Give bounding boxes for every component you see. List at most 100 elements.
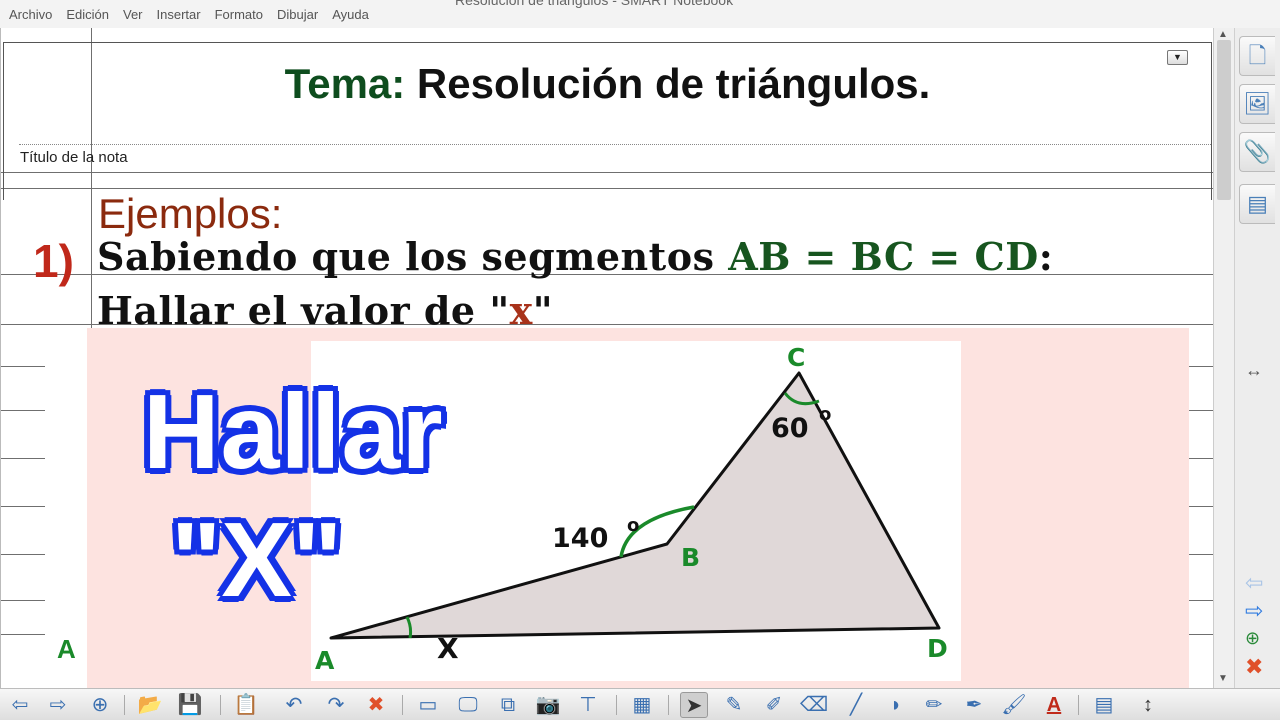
properties-tab[interactable]: ▤ — [1239, 184, 1275, 224]
toolbar-separator — [668, 695, 669, 715]
attachments-tab[interactable]: 📎 — [1239, 132, 1275, 172]
problem-statement-line-1[interactable]: Sabiendo que los segmentos AB = BC = CD: — [97, 234, 1053, 279]
properties-button[interactable]: ▤ — [1090, 692, 1118, 718]
menu-item[interactable]: Formato — [208, 7, 270, 22]
page-icon: 🗋 — [1248, 43, 1267, 68]
note-title-text: Resolución de triángulos. — [405, 60, 931, 107]
pen-tool[interactable]: ✎ — [720, 692, 748, 718]
toolbar-separator — [616, 695, 617, 715]
window-title: Resolución de triángulos - SMART Noteboo… — [455, 0, 734, 8]
ruled-line — [1189, 506, 1213, 507]
menu-item[interactable]: Insertar — [150, 7, 208, 22]
scroll-up-arrow-icon[interactable]: ▲ — [1218, 29, 1228, 40]
page-sorter-tab[interactable]: 🗋 — [1239, 36, 1275, 76]
vertex-label-a-partial: A — [57, 634, 76, 664]
ruled-line — [1, 554, 45, 555]
delete-button[interactable]: ✖ — [362, 692, 390, 718]
ruled-line — [1189, 458, 1213, 459]
gallery-tab[interactable]: 🖼 — [1239, 84, 1275, 124]
gallery-icon: 🖼 — [1243, 91, 1272, 116]
chevron-down-icon[interactable]: ▼ — [1167, 50, 1188, 65]
menu-item[interactable]: Ver — [116, 7, 150, 22]
scrollbar-thumb[interactable] — [1217, 40, 1231, 200]
paperclip-icon: 📎 — [1243, 139, 1272, 164]
section-heading[interactable]: Ejemplos: — [98, 190, 282, 238]
toolbar-separator — [1078, 695, 1079, 715]
angle-value-b: 140 — [552, 523, 608, 554]
note-divider — [19, 144, 1211, 145]
menu-item[interactable]: Ayuda — [325, 7, 376, 22]
magic-pen-tool[interactable]: ✏ — [920, 692, 948, 718]
ruled-line — [1, 506, 45, 507]
scroll-down-arrow-icon[interactable]: ▼ — [1218, 673, 1228, 684]
unknown-variable: x — [509, 288, 533, 333]
document-camera-button[interactable]: ⊤ — [574, 692, 602, 718]
forward-button[interactable]: ⇨ — [44, 692, 72, 718]
table-button[interactable]: ▦ — [628, 692, 656, 718]
open-file-button[interactable]: 📂 — [136, 692, 164, 718]
delete-page-icon[interactable]: ✖ — [1245, 654, 1263, 680]
ruled-line — [1, 458, 45, 459]
redo-button[interactable]: ↷ — [322, 692, 350, 718]
menu-item[interactable]: Dibujar — [270, 7, 325, 22]
toolbar-separator — [220, 695, 221, 715]
ruled-line — [1189, 634, 1213, 635]
dual-page-button[interactable]: ⧉ — [494, 692, 522, 718]
eraser-tool[interactable]: ⌫ — [800, 692, 828, 718]
problem-number[interactable]: 1) — [33, 234, 74, 288]
creative-pen-tool[interactable]: ✐ — [760, 692, 788, 718]
undo-button[interactable]: ↶ — [280, 692, 308, 718]
previous-page-icon[interactable]: ⇦ — [1245, 570, 1263, 596]
problem-statement-line-2[interactable]: Hallar el valor de "x" — [97, 288, 553, 333]
toolbar-separator — [124, 695, 125, 715]
unknown-angle-label: X — [437, 632, 459, 665]
statement-quote: " — [532, 288, 554, 333]
toolbar-separator — [402, 695, 403, 715]
add-page-button[interactable]: ⊕ — [86, 692, 114, 718]
main-toolbar: ⇦ ⇨ ⊕ 📂 💾 📋 ↶ ↷ ✖ ▭ 🖵 ⧉ 📷 ⊤ ▦ ➤ ✎ ✐ ⌫ ╱ ◗ ✏ ✒ 🖌 A ▤ ↕ — [0, 688, 1280, 720]
note-label: Título de la nota — [20, 149, 128, 166]
vertical-scrollbar[interactable]: ▲ ▼ — [1213, 28, 1234, 688]
fill-tool[interactable]: 🖌 — [1000, 692, 1028, 718]
side-bar: 🗋 🖼 📎 ▤ ↔ ⇦ ⇨ ⊕ ✖ — [1234, 28, 1280, 688]
segments-equality: AB = BC = CD — [728, 234, 1039, 279]
vertex-label-a: A — [315, 646, 335, 675]
note-title[interactable]: Tema: Resolución de triángulos. — [1, 60, 1213, 108]
degree-symbol-c: o — [819, 404, 831, 425]
paste-button[interactable]: 📋 — [232, 692, 260, 718]
shape-tool[interactable]: ◗ — [882, 692, 910, 718]
angle-value-c: 60 — [771, 413, 809, 444]
ruled-line — [1189, 554, 1213, 555]
vertex-label-c: C — [787, 343, 805, 372]
text-tool[interactable]: A — [1040, 692, 1068, 718]
ruled-line — [1, 634, 45, 635]
screen-shade-button[interactable]: ▭ — [414, 692, 442, 718]
ruled-line — [1, 366, 45, 367]
note-title-prefix: Tema: — [284, 60, 406, 107]
next-page-icon[interactable]: ⇨ — [1245, 598, 1263, 624]
statement-text: Sabiendo que los segmentos — [97, 234, 729, 279]
page-canvas[interactable]: Tema: Resolución de triángulos. ▼ Título… — [0, 28, 1213, 688]
shape-recognition-pen-tool[interactable]: ✒ — [960, 692, 988, 718]
full-screen-button[interactable]: 🖵 — [454, 692, 482, 718]
ruled-line — [1189, 366, 1213, 367]
ruled-line — [1, 410, 45, 411]
degree-symbol-b: o — [627, 515, 639, 536]
resize-arrows-icon[interactable]: ↔ — [1245, 360, 1263, 381]
save-button[interactable]: 💾 — [176, 692, 204, 718]
vertex-label-d: D — [927, 634, 948, 663]
move-toolbar-button[interactable]: ↕ — [1134, 692, 1162, 718]
menu-item[interactable]: Edición — [59, 7, 116, 22]
select-tool[interactable]: ➤ — [680, 692, 708, 718]
add-page-icon[interactable]: ⊕ — [1245, 628, 1260, 649]
overlay-word-hallar: Hallar — [143, 373, 444, 491]
line-tool[interactable]: ╱ — [842, 692, 870, 718]
capture-button[interactable]: 📷 — [534, 692, 562, 718]
statement-colon: : — [1038, 234, 1054, 279]
properties-icon: ▤ — [1247, 191, 1268, 216]
back-button[interactable]: ⇦ — [6, 692, 34, 718]
ruled-line — [1, 600, 45, 601]
menu-items: Archivo Edición Ver Insertar Formato Dibujar A… — [2, 7, 376, 22]
menu-item[interactable]: Archivo — [2, 7, 59, 22]
ruled-line — [1189, 600, 1213, 601]
